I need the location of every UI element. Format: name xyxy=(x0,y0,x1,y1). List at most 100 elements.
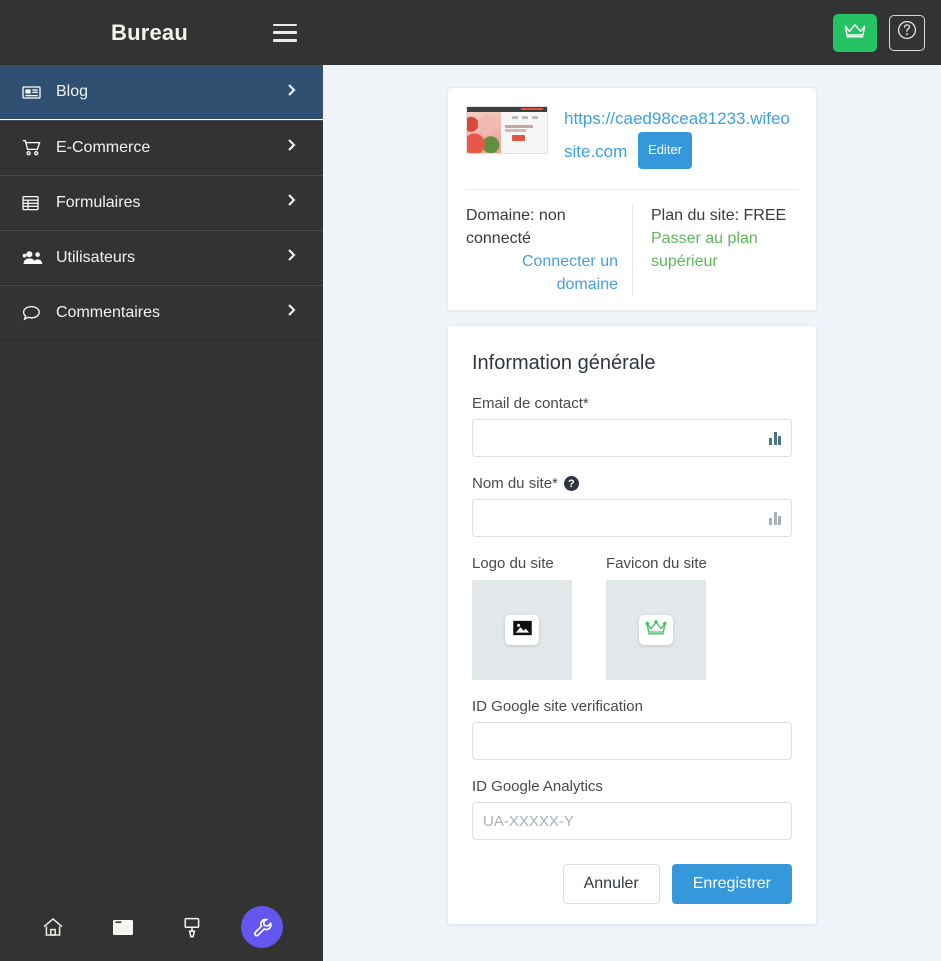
google-verification-input[interactable] xyxy=(472,722,792,760)
sidebar-header: Bureau xyxy=(0,0,323,65)
site-url-block: https://caed98cea81233.wifeosite.com Edi… xyxy=(564,106,798,169)
crown-icon xyxy=(843,22,867,44)
bottom-nav-site-preview[interactable] xyxy=(88,918,158,937)
sidebar-item-label: Formulaires xyxy=(56,193,141,211)
sidebar-item-commentaires[interactable]: Commentaires xyxy=(0,285,323,340)
google-analytics-label-text: ID Google Analytics xyxy=(472,778,603,795)
sidebar-nav: Blog E-Commerce Formulaires Utilisateurs… xyxy=(0,65,323,340)
gram-bar xyxy=(778,436,781,445)
google-verification-field-wrap xyxy=(472,722,792,760)
save-button[interactable]: Enregistrer xyxy=(671,864,792,904)
google-analytics-field-label: ID Google Analytics xyxy=(472,778,792,795)
media-upload-row: Logo du site Favicon du site xyxy=(472,555,792,680)
thumb-nav-right xyxy=(512,116,542,119)
hamburger-line xyxy=(273,23,297,27)
users-group-icon xyxy=(22,250,48,265)
question-circle-icon[interactable]: ? xyxy=(563,476,579,491)
sidebar-item-e-commerce[interactable]: E-Commerce xyxy=(0,120,323,175)
domain-column: Domaine: non connecté Connecter un domai… xyxy=(466,204,632,296)
brand-title: Bureau xyxy=(111,19,188,45)
sidebar-item-formulaires[interactable]: Formulaires xyxy=(0,175,323,230)
thumb-hero-image xyxy=(467,112,501,153)
plan-status: Plan du site: FREE xyxy=(651,207,787,224)
chevron-right-icon xyxy=(287,83,301,102)
sidebar-item-label: E-Commerce xyxy=(56,138,151,156)
thumb-cta xyxy=(511,134,525,141)
connect-domain-link[interactable]: Connecter un domaine xyxy=(466,250,618,296)
form-table-icon xyxy=(22,195,48,211)
hamburger-line xyxy=(273,31,297,34)
form-section-title: Information générale xyxy=(472,352,656,374)
site-name-field-wrap xyxy=(472,499,792,537)
sidebar: Bureau Blog E-Commerce Formulaires Utili… xyxy=(0,0,323,961)
bottom-nav-design[interactable] xyxy=(158,917,228,938)
app-root: Bureau Blog E-Commerce Formulaires Utili… xyxy=(0,0,941,961)
upgrade-plan-button[interactable] xyxy=(833,13,877,52)
logo-upload-dropzone[interactable] xyxy=(472,580,572,680)
site-name-field-label: Nom du site* ? xyxy=(472,475,792,492)
bottom-nav-home[interactable] xyxy=(18,917,88,937)
email-field-label: Email de contact* xyxy=(472,395,792,412)
thumb-text-line xyxy=(505,129,527,133)
email-input[interactable] xyxy=(472,419,792,457)
site-name-label-text: Nom du site* xyxy=(472,475,558,492)
topbar xyxy=(323,0,941,65)
email-field-wrap xyxy=(472,419,792,457)
sidebar-item-utilisateurs[interactable]: Utilisateurs xyxy=(0,230,323,285)
gram-bar xyxy=(769,518,772,525)
hamburger-icon[interactable] xyxy=(273,23,297,42)
question-circle-icon xyxy=(896,19,918,46)
chevron-right-icon xyxy=(287,193,301,212)
chevron-right-icon xyxy=(287,303,301,322)
shopping-cart-icon xyxy=(22,139,48,156)
gram-bar xyxy=(769,438,772,445)
site-summary-card: https://caed98cea81233.wifeosite.com Edi… xyxy=(447,87,817,311)
email-label-text: Email de contact* xyxy=(472,395,589,412)
newspaper-icon xyxy=(22,85,48,100)
favicon-upload-column: Favicon du site xyxy=(606,555,707,680)
help-button[interactable] xyxy=(889,14,925,51)
browser-window-icon xyxy=(112,918,134,937)
favicon-upload-dropzone[interactable] xyxy=(606,580,706,680)
bottom-nav-settings[interactable] xyxy=(227,906,297,948)
site-name-input[interactable] xyxy=(472,499,792,537)
gram-bar xyxy=(773,432,777,445)
favicon-upload-chip xyxy=(639,615,673,645)
sidebar-item-label: Utilisateurs xyxy=(56,248,136,266)
thumb-text-line xyxy=(505,125,533,129)
form-actions: Annuler Enregistrer xyxy=(472,858,792,904)
general-information-card: Information générale Email de contact* N… xyxy=(447,325,817,925)
crown-icon xyxy=(645,619,667,641)
grammarly-icon[interactable] xyxy=(769,511,783,525)
comment-bubble-icon xyxy=(22,305,48,321)
chevron-right-icon xyxy=(287,248,301,267)
google-verification-label-text: ID Google site verification xyxy=(472,698,643,715)
wrench-icon xyxy=(252,917,273,938)
upgrade-plan-link[interactable]: Passer au plan supérieur xyxy=(651,227,798,273)
cancel-button[interactable]: Annuler xyxy=(562,864,660,904)
google-analytics-field-wrap xyxy=(472,802,792,840)
chevron-right-icon xyxy=(287,138,301,157)
image-placeholder-icon xyxy=(512,620,532,641)
sidebar-item-label: Blog xyxy=(56,83,89,100)
plan-column: Plan du site: FREE Passer au plan supéri… xyxy=(632,204,798,296)
google-verification-field-label: ID Google site verification xyxy=(472,698,792,715)
domain-status: Domaine: non connecté xyxy=(466,207,566,247)
website-thumbnail[interactable] xyxy=(466,106,548,154)
paint-roller-icon xyxy=(182,917,202,938)
site-header-row: https://caed98cea81233.wifeosite.com Edi… xyxy=(466,106,798,169)
main-area: https://caed98cea81233.wifeosite.com Edi… xyxy=(323,0,941,961)
favicon-upload-label: Favicon du site xyxy=(606,555,707,572)
sidebar-bottom-bar xyxy=(0,893,323,961)
edit-site-button[interactable]: Editer xyxy=(638,132,692,169)
wrench-fab-button[interactable] xyxy=(241,906,284,948)
google-analytics-input[interactable] xyxy=(472,802,792,840)
grammarly-icon[interactable] xyxy=(769,431,783,445)
gram-bar xyxy=(773,512,777,525)
content-scroll-area: https://caed98cea81233.wifeosite.com Edi… xyxy=(323,65,941,961)
sidebar-item-blog[interactable]: Blog xyxy=(0,65,323,120)
gram-bar xyxy=(778,516,781,525)
logo-upload-column: Logo du site xyxy=(472,555,572,680)
hamburger-line xyxy=(273,38,297,42)
